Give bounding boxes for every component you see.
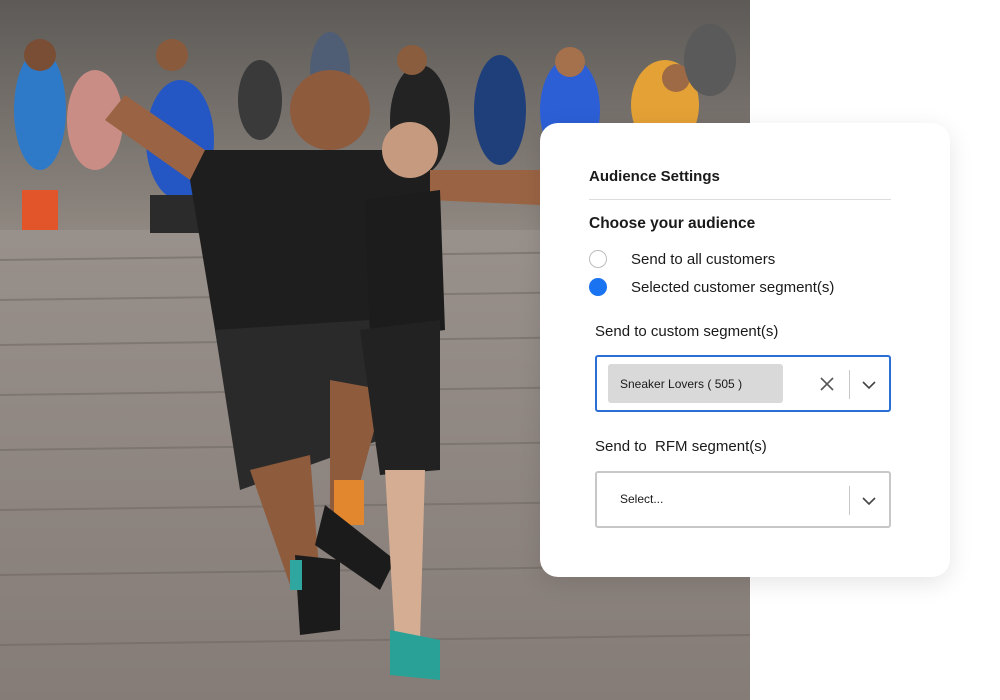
option-all-customers[interactable]: Send to all customers bbox=[589, 249, 775, 269]
divider bbox=[589, 199, 891, 200]
page: Audience Settings Choose your audience S… bbox=[0, 0, 1000, 700]
choose-audience-heading: Choose your audience bbox=[589, 215, 756, 232]
audience-settings-card: Audience Settings Choose your audience S… bbox=[540, 123, 950, 577]
card-title: Audience Settings bbox=[589, 168, 720, 185]
segment-chip[interactable]: Sneaker Lovers ( 505 ) bbox=[608, 364, 783, 403]
radio-all-customers[interactable] bbox=[589, 250, 607, 268]
chevron-down-icon[interactable] bbox=[861, 377, 877, 393]
radio-selected-segments[interactable] bbox=[589, 278, 607, 296]
chevron-down-icon[interactable] bbox=[861, 493, 877, 509]
select-separator bbox=[849, 486, 850, 515]
select-separator bbox=[849, 370, 850, 399]
segment-chip-label: Sneaker Lovers ( 505 ) bbox=[620, 376, 743, 391]
custom-segment-label: Send to custom segment(s) bbox=[595, 323, 779, 340]
close-icon[interactable] bbox=[819, 376, 835, 392]
rfm-segment-label: Send to RFM segment(s) bbox=[595, 438, 767, 455]
option-all-customers-label: Send to all customers bbox=[631, 250, 776, 268]
option-selected-segments-label: Selected customer segment(s) bbox=[631, 278, 835, 296]
rfm-select-placeholder: Select... bbox=[620, 492, 664, 506]
custom-segment-select[interactable]: Sneaker Lovers ( 505 ) bbox=[595, 355, 891, 412]
rfm-segment-select[interactable]: Select... bbox=[595, 471, 891, 528]
option-selected-segments[interactable]: Selected customer segment(s) bbox=[589, 277, 834, 297]
